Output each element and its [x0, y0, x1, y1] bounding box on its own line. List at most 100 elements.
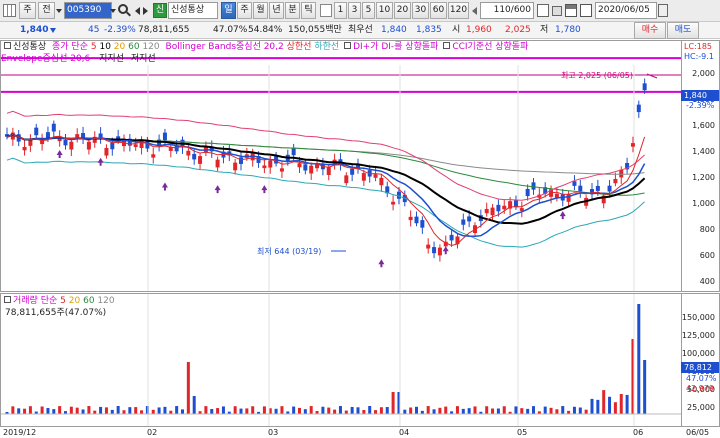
- stock-name-field: 신성통상: [168, 2, 218, 19]
- minute-60-button[interactable]: 60: [430, 2, 447, 19]
- period-settings-icon[interactable]: [320, 4, 332, 17]
- legend-ma60[interactable]: 60: [128, 42, 139, 52]
- volume-bar: [298, 407, 301, 414]
- legend-support[interactable]: 지지선: [99, 54, 124, 64]
- calendar-icon[interactable]: [658, 4, 668, 17]
- lock-icon[interactable]: [552, 6, 562, 16]
- period-minute-button[interactable]: 분: [285, 2, 300, 19]
- volume-bar: [262, 406, 266, 414]
- candle-body: [467, 216, 472, 222]
- volume-bar: [128, 407, 132, 414]
- candle-body: [344, 175, 349, 184]
- sell-button[interactable]: 매도: [667, 22, 699, 39]
- buy-signal-arrow-icon: [56, 150, 63, 158]
- prev-stock-icon[interactable]: [135, 7, 140, 15]
- legend-upper[interactable]: 상한선: [287, 42, 312, 52]
- date-tick: 05: [517, 428, 528, 437]
- period-year-button[interactable]: 년: [269, 2, 284, 19]
- volume-bar: [584, 409, 588, 414]
- high-price: 2,025: [505, 25, 531, 35]
- period-day-button[interactable]: 일: [221, 2, 236, 19]
- volume-bar: [245, 408, 249, 414]
- volume-ma60[interactable]: 60: [83, 296, 94, 306]
- candle-body: [291, 147, 296, 156]
- volume-bar: [572, 406, 576, 414]
- volume-ma-label[interactable]: 단순: [41, 296, 58, 306]
- volume-ma20[interactable]: 20: [69, 296, 80, 306]
- low-annotation: 최저 644 (03/19): [257, 247, 322, 256]
- volume-bar: [28, 406, 32, 414]
- legend-ma5[interactable]: 5: [91, 42, 97, 52]
- check-icon[interactable]: [580, 4, 592, 17]
- minute-10-button[interactable]: 10: [376, 2, 393, 19]
- price-change: 45: [88, 25, 100, 35]
- minute-30-button[interactable]: 30: [412, 2, 429, 19]
- volume-bar: [303, 409, 307, 414]
- volume-badge: 78,812: [681, 362, 719, 373]
- buy-button[interactable]: 매수: [634, 22, 666, 39]
- legend-bollinger[interactable]: Bollinger Bands중심선 20,2: [166, 42, 284, 52]
- volume-bar: [181, 409, 184, 414]
- legend-lower[interactable]: 하한선: [314, 42, 339, 52]
- legend-envelope[interactable]: Envelope중심선 20,6: [1, 54, 90, 64]
- hc-label: HC:-9.1: [684, 52, 714, 61]
- volume-bar: [233, 406, 237, 414]
- volume-bar: [379, 407, 383, 414]
- period-month-button[interactable]: 월: [253, 2, 268, 19]
- volume-bar: [438, 407, 442, 414]
- volume-bar: [549, 407, 553, 414]
- bollinger-upper-line: [6, 110, 645, 201]
- legend-box-icon: [443, 42, 451, 49]
- chevron-down-icon[interactable]: [56, 9, 62, 13]
- ratio-2: 54.84%: [248, 25, 283, 35]
- candle-body: [566, 194, 571, 202]
- minute-5-button[interactable]: 5: [362, 2, 375, 19]
- legend-ma10[interactable]: 10: [99, 42, 110, 52]
- ma5-line: [6, 134, 646, 247]
- mode-main-button[interactable]: 주: [19, 2, 36, 19]
- period-week-button[interactable]: 주: [237, 2, 252, 19]
- down-triangle-icon: [50, 28, 56, 33]
- candle-body: [279, 168, 284, 172]
- pref-ask: 1,840: [381, 25, 407, 35]
- mode-prev-button[interactable]: 전: [38, 2, 55, 19]
- candle-body: [309, 165, 314, 174]
- volume-bar: [93, 410, 97, 414]
- volume-ma5[interactable]: 5: [60, 296, 66, 306]
- volume-summary: 78,811,655주(47.07%): [5, 308, 107, 318]
- legend-ma120[interactable]: 120: [142, 42, 159, 52]
- price-chart-panel[interactable]: 2,000 1,800 1,600 1,400 1,200 1,000 800 …: [0, 40, 720, 292]
- chart-toolbar: 주 전 005390 신 신성통상 일 주 월 년 분 틱 1 3 5 10 2…: [0, 0, 720, 22]
- candle-body: [63, 139, 68, 146]
- minute-120-button[interactable]: 120: [448, 2, 469, 19]
- volume-tick: 100,000: [681, 349, 715, 358]
- stock-code-input[interactable]: 005390: [64, 2, 112, 19]
- scroll-left-icon[interactable]: [472, 7, 477, 15]
- legend-ma[interactable]: 종가 단순: [52, 42, 88, 52]
- save-icon[interactable]: [565, 4, 577, 17]
- volume-chart-panel[interactable]: 150,000 125,000 100,000 75,000 50,000 25…: [0, 293, 720, 427]
- next-stock-icon[interactable]: [143, 7, 148, 15]
- volume-bar: [590, 398, 594, 414]
- period-tick-button[interactable]: 틱: [301, 2, 316, 19]
- volume-ma120[interactable]: 120: [97, 296, 114, 306]
- chevron-down-icon[interactable]: [110, 9, 116, 13]
- legend-ma20[interactable]: 20: [114, 42, 125, 52]
- date-field[interactable]: 2020/06/05: [595, 2, 657, 19]
- legend-dmi[interactable]: DI+가 DI-를 상향돌파: [353, 42, 438, 52]
- candle-body: [34, 127, 39, 136]
- candle-body: [326, 167, 331, 175]
- grid-icon[interactable]: [3, 4, 16, 17]
- count-field[interactable]: 110/600: [480, 2, 534, 19]
- calendar-icon[interactable]: [537, 4, 549, 17]
- quote-bar: 1,840 45 -2.39% 78,811,655 47.07% 54.84%…: [0, 22, 720, 39]
- volume-bar: [602, 390, 606, 414]
- minute-20-button[interactable]: 20: [394, 2, 411, 19]
- minute-3-button[interactable]: 3: [348, 2, 361, 19]
- ma20-line: [6, 133, 646, 225]
- minute-1-button[interactable]: 1: [334, 2, 347, 19]
- legend-cci[interactable]: CCI기준선 상향돌파: [452, 42, 528, 52]
- legend-resistance[interactable]: 저지선: [131, 54, 156, 64]
- price-tick: 1,000: [692, 199, 715, 208]
- volume-bar: [613, 402, 617, 414]
